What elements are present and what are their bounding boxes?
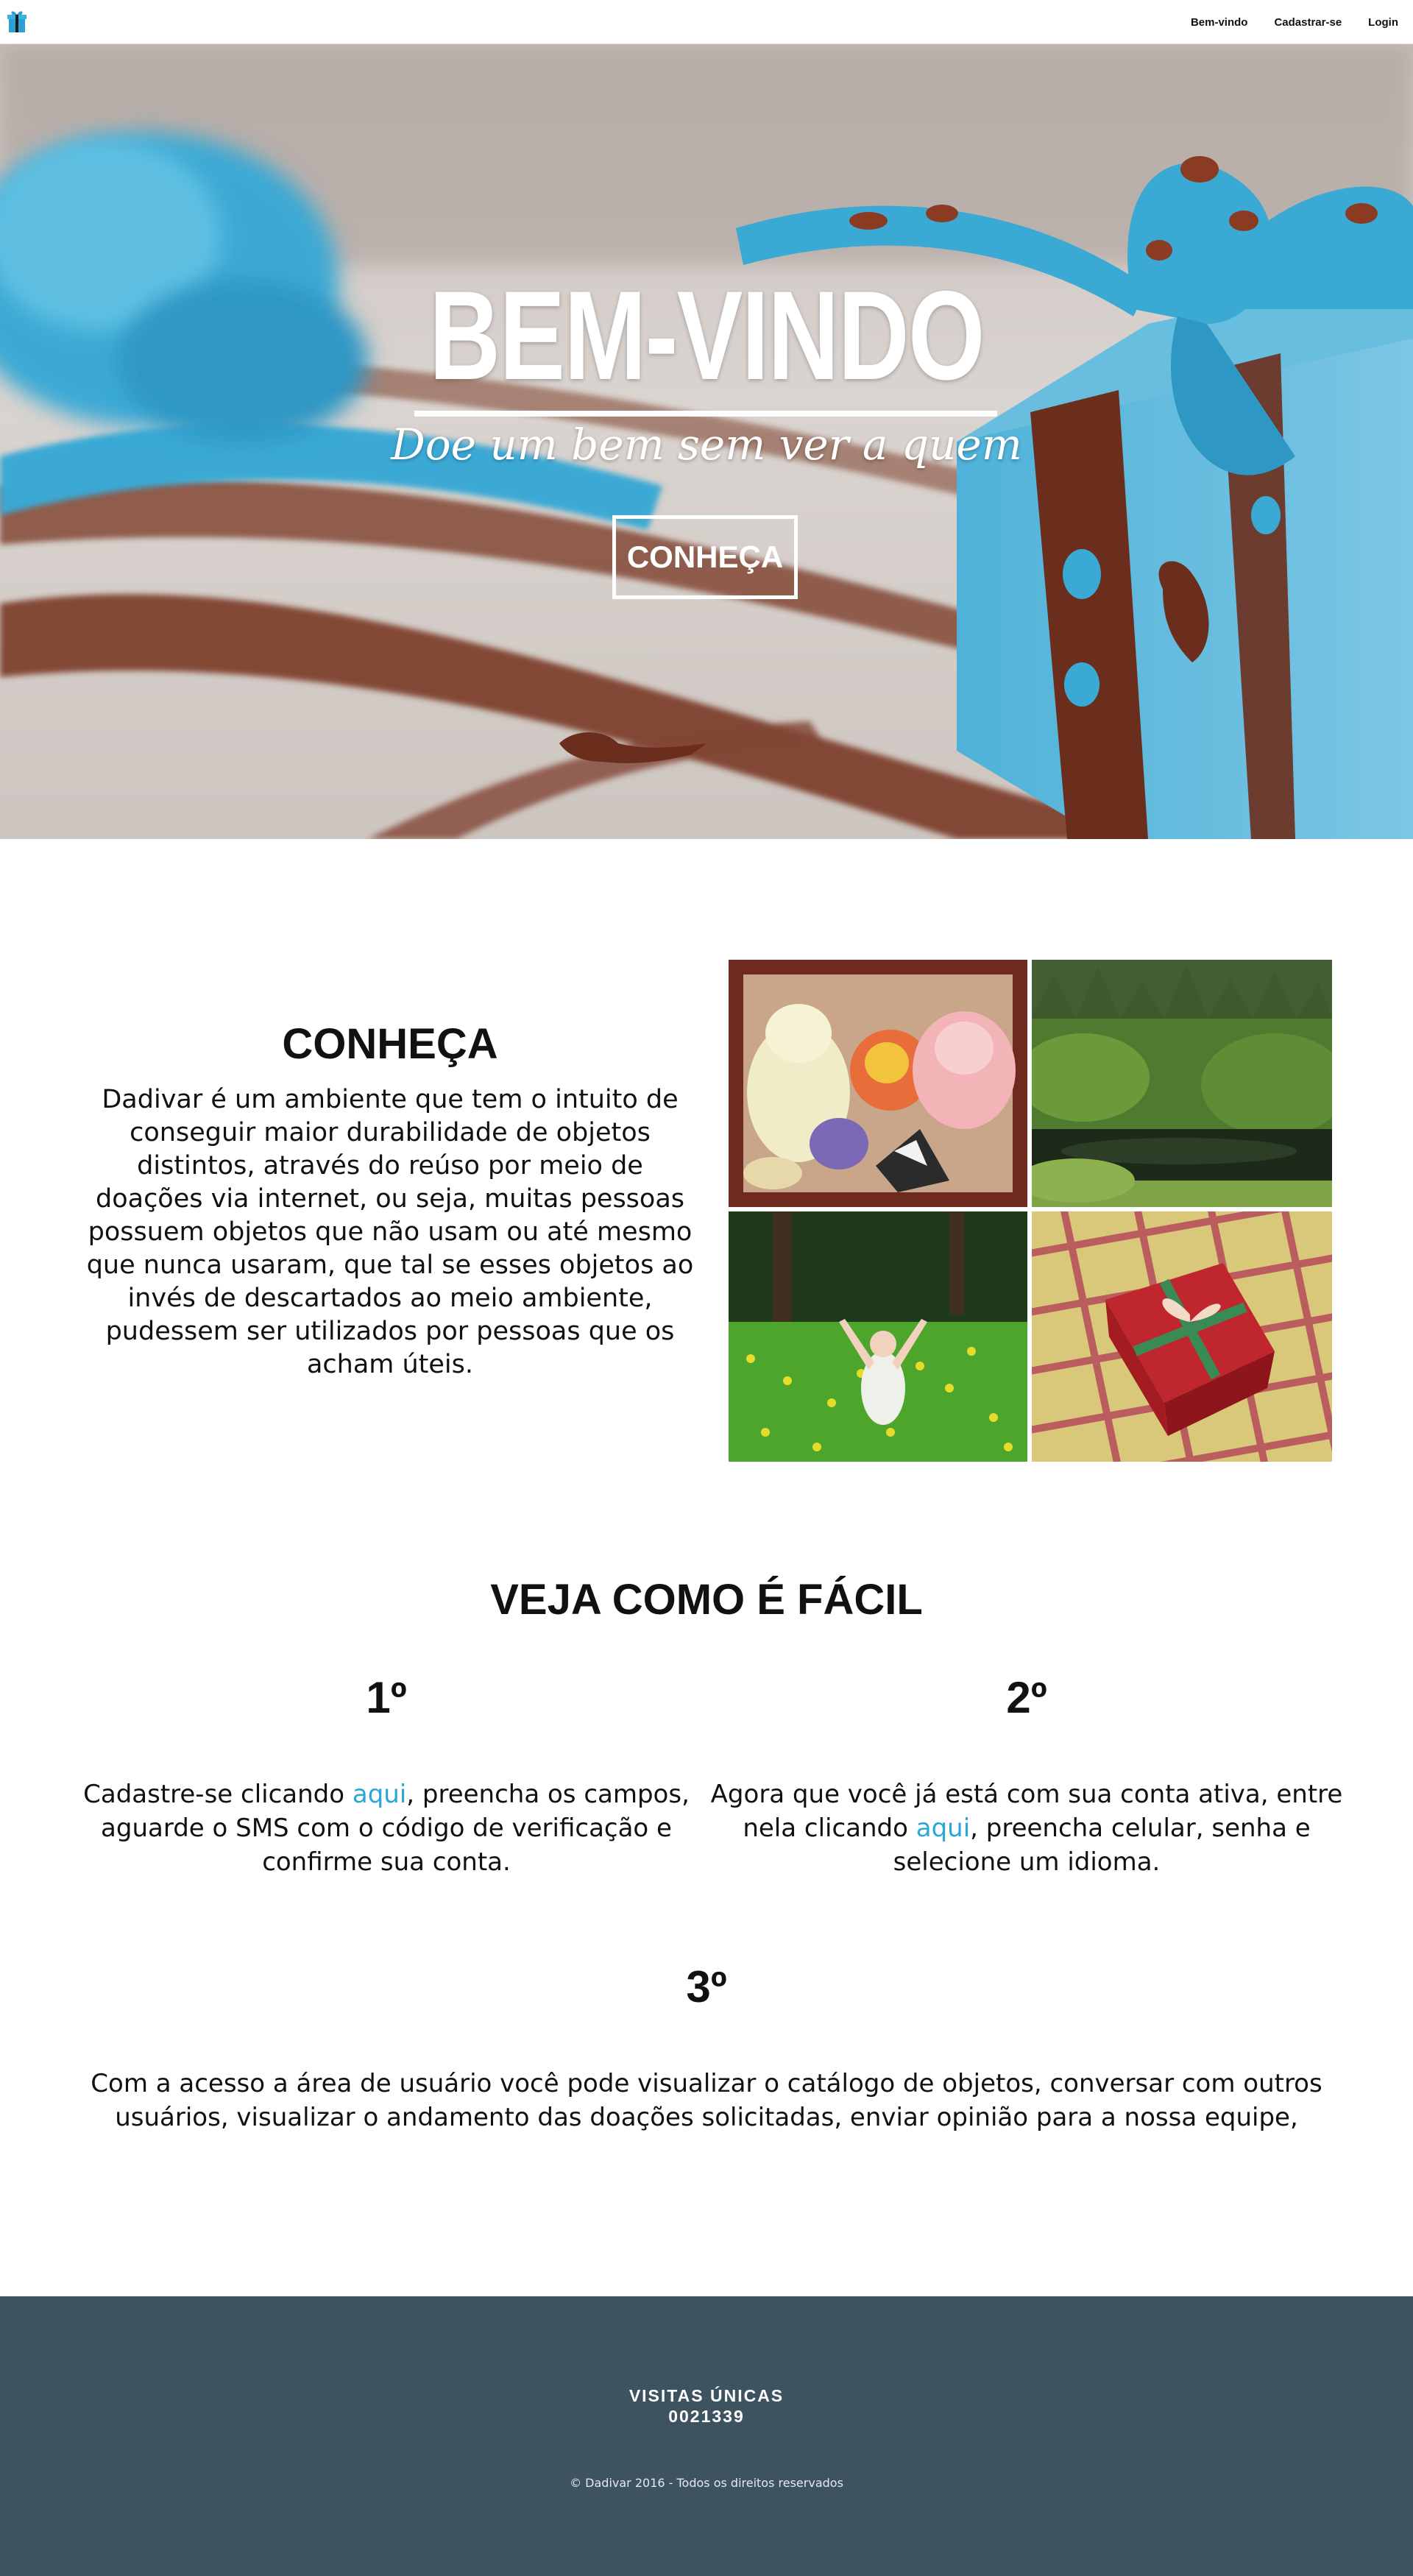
nav-link-cadastrar[interactable]: Cadastrar-se [1274, 16, 1342, 29]
step-3-number: 3º [686, 1962, 727, 2011]
hero-banner: BEM-VINDO Doe um bem sem ver a quem CONH… [0, 44, 1413, 839]
copyright-text: © Dadivar 2016 - Todos os direitos reser… [570, 2476, 843, 2490]
conheca-button[interactable]: CONHEÇA [612, 515, 798, 599]
child-field-photo [729, 1211, 1027, 1462]
step-2-aqui-link[interactable]: aqui [916, 1814, 970, 1843]
forest-photo [1032, 960, 1332, 1207]
hero-title-underline [414, 411, 997, 417]
hero-title: BEM-VINDO [429, 265, 985, 406]
nav-links: Bem-vindo Cadastrar-se Login [1172, 0, 1406, 44]
gift-icon[interactable] [7, 9, 26, 34]
red-gift-photo [1032, 1211, 1332, 1462]
nav-link-bem-vindo[interactable]: Bem-vindo [1191, 16, 1248, 29]
toys-photo [729, 960, 1027, 1207]
step-1-number: 1º [366, 1673, 407, 1722]
step-2-text: Agora que você já está com sua conta ati… [710, 1777, 1343, 1879]
step-3-text: Com a acesso a área de usuário você pode… [91, 2069, 1322, 2132]
footer: VISITAS ÚNICAS 0021339 © Dadivar 2016 - … [0, 2296, 1413, 2576]
visits-counter: 0021339 [668, 2407, 745, 2426]
hero-subtitle: Doe um bem sem ver a quem [391, 420, 1022, 470]
photo-gallery [729, 960, 1332, 1462]
top-navbar: Bem-vindo Cadastrar-se Login [0, 0, 1413, 44]
visits-label: VISITAS ÚNICAS [628, 2386, 785, 2405]
step-1-text: Cadastre-se clicando aqui, preencha os c… [70, 1777, 703, 1879]
steps-title: VEJA COMO É FÁCIL [490, 1576, 923, 1624]
nav-link-login[interactable]: Login [1368, 16, 1398, 29]
about-text: Dadivar é um ambiente que tem o intuito … [86, 1085, 694, 1379]
step-1-text-before: Cadastre-se clicando [83, 1780, 353, 1809]
step-1-aqui-link[interactable]: aqui [353, 1780, 406, 1809]
step-2-number: 2º [1006, 1673, 1047, 1722]
about-title: CONHEÇA [282, 1020, 498, 1068]
